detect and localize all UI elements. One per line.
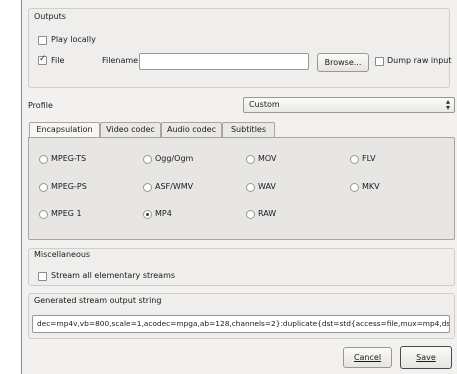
radio-ogg-ogm[interactable] [143,155,152,164]
radio-mp4[interactable] [143,210,152,219]
tab-video-codec[interactable]: Video codec [100,122,161,137]
generated-string-value: dec=mp4v,vb=800,scale=1,acodec=mpga,ab=1… [37,319,450,328]
radio-mkv-label: MKV [362,182,380,191]
play-locally-checkbox[interactable] [38,36,47,45]
radio-mpeg-1-label: MPEG 1 [51,209,82,218]
save-button-label: Save [416,353,436,362]
dialog-window: Outputs Play locally ✓ File Filename Bro… [21,0,457,374]
radio-flv-label: FLV [362,154,376,163]
misc-group-title: Miscellaneous [34,250,91,259]
tab-subtitles-label: Subtitles [230,125,267,134]
radio-mpeg-ts[interactable] [39,155,48,164]
radio-mpeg-ps-label: MPEG-PS [51,182,87,191]
radio-ogg-ogm-label: Ogg/Ogm [155,154,194,163]
profile-label: Profile [28,101,53,110]
outputs-group [28,8,450,88]
tab-encapsulation-label: Encapsulation [36,125,93,134]
play-locally-label: Play locally [51,35,96,44]
radio-flv[interactable] [350,155,359,164]
dump-raw-label: Dump raw input [387,56,452,65]
save-button[interactable]: Save [400,346,452,369]
radio-mpeg-ps[interactable] [39,183,48,192]
generated-string-field[interactable]: dec=mp4v,vb=800,scale=1,acodec=mpga,ab=1… [32,315,450,333]
check-icon: ✓ [39,54,47,64]
encapsulation-panel [28,137,455,240]
generated-group-title: Generated stream output string [34,296,162,305]
tab-audio-codec-label: Audio codec [167,125,216,134]
radio-mov-label: MOV [258,154,277,163]
radio-mkv[interactable] [350,183,359,192]
radio-raw-label: RAW [258,209,277,218]
stream-all-checkbox[interactable] [38,272,47,281]
radio-raw[interactable] [246,210,255,219]
file-checkbox[interactable]: ✓ [38,54,47,65]
radio-mov[interactable] [246,155,255,164]
radio-mpeg-ts-label: MPEG-TS [51,154,87,163]
radio-asf-wmv-label: ASF/WMV [155,182,194,191]
misc-group [28,248,455,286]
tab-encapsulation[interactable]: Encapsulation [29,122,100,138]
tab-video-codec-label: Video codec [106,125,155,134]
tab-subtitles[interactable]: Subtitles [222,122,275,137]
select-arrows-icon: ▴ ▾ [445,97,450,112]
filename-label: Filename [102,56,139,65]
radio-mp4-label: MP4 [155,209,172,218]
browse-button[interactable]: Browse... [317,53,369,72]
outputs-group-title: Outputs [34,12,66,21]
radio-asf-wmv[interactable] [143,183,152,192]
profile-selected-value: Custom [249,100,280,109]
filename-input[interactable] [139,53,309,70]
stream-all-label: Stream all elementary streams [51,271,176,280]
dump-raw-checkbox[interactable] [375,57,384,66]
tab-audio-codec[interactable]: Audio codec [161,122,222,137]
profile-select[interactable]: Custom ▴ ▾ [243,97,455,113]
cancel-button-label: Cancel [353,353,382,362]
radio-wav[interactable] [246,183,255,192]
radio-mpeg-1[interactable] [39,210,48,219]
file-label: File [51,56,65,65]
radio-wav-label: WAV [258,182,276,191]
cancel-button[interactable]: Cancel [343,347,392,368]
radio-selected-dot [146,213,149,216]
